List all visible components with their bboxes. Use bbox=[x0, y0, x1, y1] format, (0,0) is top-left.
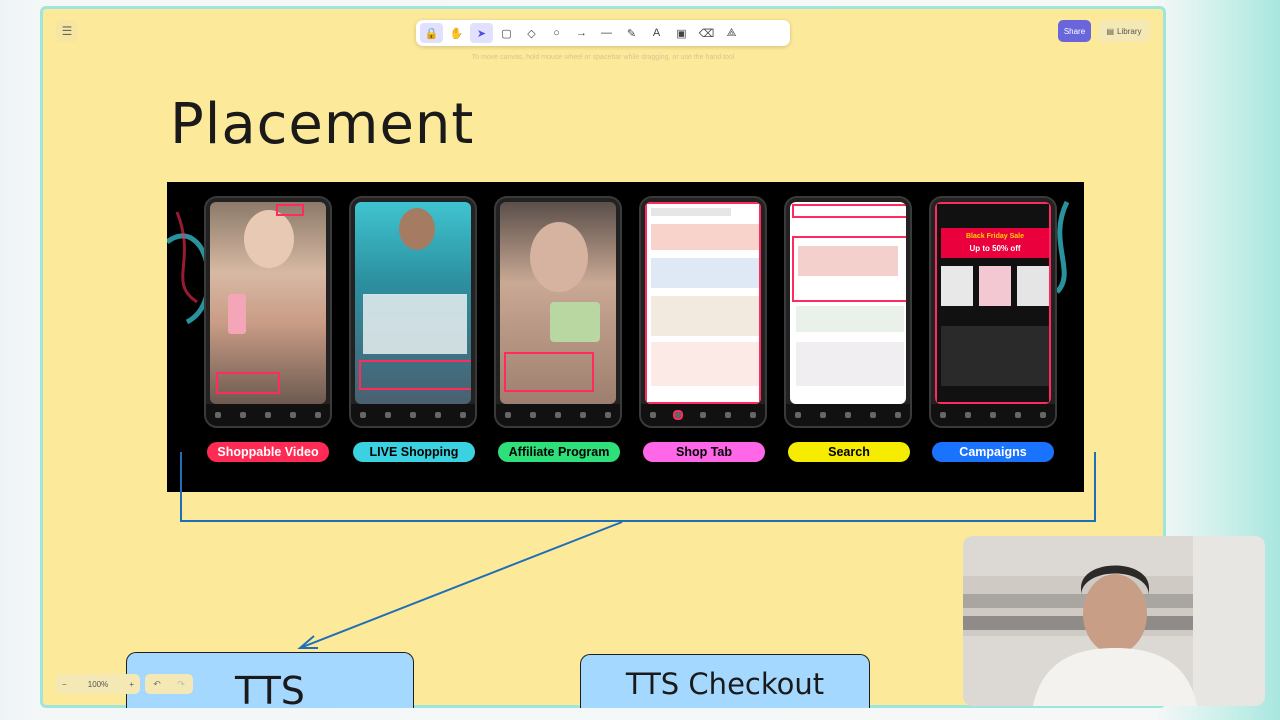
line-tool-button[interactable]: — bbox=[595, 23, 618, 43]
text-tool-button[interactable]: A bbox=[645, 23, 668, 43]
lock-icon: 🔒 bbox=[424, 27, 439, 40]
phone-search bbox=[784, 196, 912, 428]
image-tool-button[interactable]: ▣ bbox=[670, 23, 693, 43]
campaign-banner-line2: Up to 50% off bbox=[969, 244, 1021, 253]
more-shapes-button[interactable]: ⟁ bbox=[720, 23, 743, 43]
campaign-banner-line1: Black Friday Sale bbox=[966, 233, 1024, 240]
main-menu-button[interactable]: ☰ bbox=[56, 20, 78, 42]
hand-icon: ✋ bbox=[449, 27, 464, 40]
coupon-section-shape bbox=[941, 326, 1049, 386]
library-icon: ▤ bbox=[1106, 26, 1115, 36]
products-shape bbox=[363, 294, 467, 354]
more-shapes-icon: ⟁ bbox=[726, 26, 737, 39]
pencil-icon: ✎ bbox=[626, 27, 637, 40]
phone-campaigns: Black Friday Sale Up to 50% off bbox=[929, 196, 1057, 428]
ellipse-tool-button[interactable]: ○ bbox=[545, 23, 568, 43]
grouping-bracket[interactable] bbox=[180, 452, 1096, 522]
search-bar-shape bbox=[651, 208, 731, 216]
library-label: Library bbox=[1117, 26, 1142, 36]
product-row-shape bbox=[796, 306, 904, 332]
zoom-out-button[interactable]: − bbox=[62, 680, 67, 689]
arrow-tool-button[interactable]: → bbox=[570, 23, 593, 43]
hamburger-icon: ☰ bbox=[61, 24, 73, 38]
grid-shape bbox=[651, 342, 759, 386]
webcam-scene bbox=[963, 536, 1265, 706]
affiliate-frame bbox=[500, 202, 616, 404]
product-card-highlight bbox=[216, 372, 280, 394]
nav-bar bbox=[496, 404, 620, 426]
arrow-icon: → bbox=[576, 27, 587, 39]
affiliate-link-highlight bbox=[504, 352, 594, 392]
selection-tool-button[interactable]: ➤ bbox=[470, 23, 493, 43]
library-button[interactable]: ▤ Library bbox=[1098, 20, 1150, 42]
shop-tag-highlight bbox=[276, 204, 304, 216]
page-title: Placement bbox=[170, 92, 475, 157]
drawing-toolbar: 🔒 ✋ ➤ ▢ ◇ ○ → — ✎ A ▣ ⌫ ⟁ bbox=[416, 20, 790, 46]
undo-redo-controls: ↶ ↷ bbox=[145, 674, 193, 694]
tts-box-label: TTS bbox=[235, 669, 305, 713]
campaigns-frame: Black Friday Sale Up to 50% off bbox=[935, 202, 1051, 404]
hand-tool-button[interactable]: ✋ bbox=[445, 23, 468, 43]
ellipse-icon: ○ bbox=[553, 27, 560, 39]
product-shape bbox=[228, 294, 246, 334]
face-shape bbox=[244, 210, 294, 268]
zoom-controls: − 100% + bbox=[56, 674, 140, 694]
pencil-tool-button[interactable]: ✎ bbox=[620, 23, 643, 43]
product-row-shape bbox=[796, 342, 904, 386]
zoom-in-button[interactable]: + bbox=[129, 680, 134, 689]
line-icon: — bbox=[601, 27, 612, 39]
product-shape bbox=[550, 302, 600, 342]
nav-bar bbox=[641, 404, 765, 426]
phone-shoppable-video bbox=[204, 196, 332, 428]
diamond-icon: ◇ bbox=[527, 27, 536, 40]
eraser-tool-button[interactable]: ⌫ bbox=[695, 23, 718, 43]
diamond-tool-button[interactable]: ◇ bbox=[520, 23, 543, 43]
campaign-banner: Black Friday Sale Up to 50% off bbox=[941, 228, 1049, 258]
share-button[interactable]: Share bbox=[1058, 20, 1091, 42]
selection-icon: ➤ bbox=[476, 27, 487, 40]
grid-shape bbox=[651, 296, 759, 336]
phone-affiliate-program bbox=[494, 196, 622, 428]
presenter-webcam bbox=[963, 536, 1265, 706]
lock-tool-button[interactable]: 🔒 bbox=[420, 23, 443, 43]
nav-bar bbox=[206, 404, 330, 426]
product-row-shape bbox=[798, 246, 898, 276]
phone-shop-tab bbox=[639, 196, 767, 428]
text-icon: A bbox=[652, 27, 661, 39]
eraser-icon: ⌫ bbox=[698, 27, 715, 40]
zoom-level[interactable]: 100% bbox=[88, 680, 108, 689]
search-bar-highlight bbox=[792, 204, 906, 218]
product-tile-shape bbox=[941, 266, 973, 306]
rectangle-icon: ▢ bbox=[501, 27, 512, 40]
banner-shape bbox=[651, 224, 759, 250]
product-tile-shape bbox=[979, 266, 1011, 306]
search-frame bbox=[790, 202, 906, 404]
grid-shape bbox=[651, 258, 759, 288]
tts-checkout-box[interactable]: TTS Checkout bbox=[580, 654, 870, 708]
phone-live-shopping bbox=[349, 196, 477, 428]
live-product-highlight bbox=[359, 360, 471, 390]
canvas-hint: To move canvas, hold mouse wheel or spac… bbox=[471, 54, 735, 61]
video-frame bbox=[210, 202, 326, 404]
shop-tab-frame bbox=[645, 202, 761, 404]
image-icon: ▣ bbox=[676, 27, 687, 40]
nav-bar bbox=[351, 404, 475, 426]
redo-icon[interactable]: ↷ bbox=[177, 679, 185, 690]
rectangle-tool-button[interactable]: ▢ bbox=[495, 23, 518, 43]
nav-bar bbox=[931, 404, 1055, 426]
tts-checkout-box-label: TTS Checkout bbox=[625, 667, 825, 701]
undo-icon[interactable]: ↶ bbox=[153, 679, 161, 690]
host-shape bbox=[399, 208, 435, 250]
product-tile-shape bbox=[1017, 266, 1049, 306]
nav-bar bbox=[786, 404, 910, 426]
face-shape bbox=[530, 222, 588, 292]
placement-image[interactable]: Black Friday Sale Up to 50% off Shoppabl… bbox=[167, 182, 1084, 492]
live-frame bbox=[355, 202, 471, 404]
